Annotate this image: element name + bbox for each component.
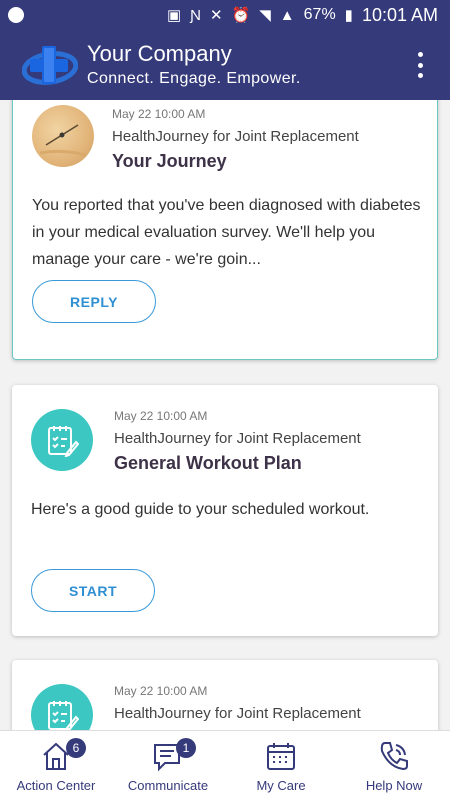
nav-label: Communicate [127, 778, 209, 793]
app-bar: Your Company Connect. Engage. Empower. [0, 30, 450, 100]
more-vert-icon[interactable] [414, 52, 426, 78]
nav-label: My Care [256, 778, 306, 793]
card-source: HealthJourney for Joint Replacement [114, 705, 361, 722]
company-logo [22, 46, 78, 85]
notification-icon [8, 7, 24, 23]
wifi-icon: ◥ [259, 6, 271, 24]
nav-label: Help Now [365, 778, 423, 793]
action-center-badge: 6 [66, 738, 86, 758]
app-title: Your Company [87, 41, 232, 66]
app-tagline: Connect. Engage. Empower. [87, 70, 301, 87]
status-bar: ▣ Ɲ ✕ ⏰ ◥ ▲ 67% ▮ 10:01 AM [0, 0, 450, 30]
feed-list: May 22 10:00 AM HealthJourney for Joint … [0, 100, 450, 730]
sim-icon: ▣ [166, 6, 182, 24]
battery-icon: ▮ [344, 6, 353, 24]
reply-button[interactable]: REPLY [32, 280, 156, 323]
alarm-icon: ⏰ [231, 6, 251, 24]
mute-icon: ✕ [209, 6, 223, 24]
card-source: HealthJourney for Joint Replacement [112, 128, 359, 145]
nav-help-now[interactable]: Help Now [338, 731, 450, 800]
signal-icon: ▲ [279, 6, 295, 24]
nav-communicate[interactable]: 1 Communicate [112, 731, 224, 800]
battery-percent: 67% [303, 6, 336, 23]
clock: 10:01 AM [361, 4, 438, 25]
bottom-nav: 6 Action Center 1 Communicate My Care He… [0, 730, 450, 800]
nav-my-care[interactable]: My Care [225, 731, 337, 800]
checklist-icon [31, 409, 93, 471]
communicate-badge: 1 [176, 738, 196, 758]
card-source: HealthJourney for Joint Replacement [114, 430, 361, 447]
card-title: Your Journey [112, 151, 227, 171]
card-body: You reported that you've been diagnosed … [32, 197, 421, 268]
nav-label: Action Center [16, 778, 96, 793]
nav-action-center[interactable]: 6 Action Center [0, 731, 112, 800]
card-body: Here's a good guide to your scheduled wo… [31, 501, 370, 518]
phone-icon [380, 742, 408, 771]
nfc-icon: Ɲ [190, 6, 201, 24]
calendar-icon [267, 743, 295, 770]
card-title: General Workout Plan [114, 453, 302, 473]
feed-card[interactable]: May 22 10:00 AM HealthJourney for Joint … [12, 385, 438, 636]
card-date: May 22 10:00 AM [114, 409, 208, 423]
checklist-icon [31, 684, 93, 730]
start-button[interactable]: START [31, 569, 155, 612]
feed-card[interactable]: May 22 10:00 AM HealthJourney for Joint … [12, 660, 438, 730]
journey-photo [32, 105, 94, 167]
card-date: May 22 10:00 AM [112, 107, 206, 121]
feed-card[interactable]: May 22 10:00 AM HealthJourney for Joint … [12, 100, 438, 360]
card-date: May 22 10:00 AM [114, 684, 208, 698]
